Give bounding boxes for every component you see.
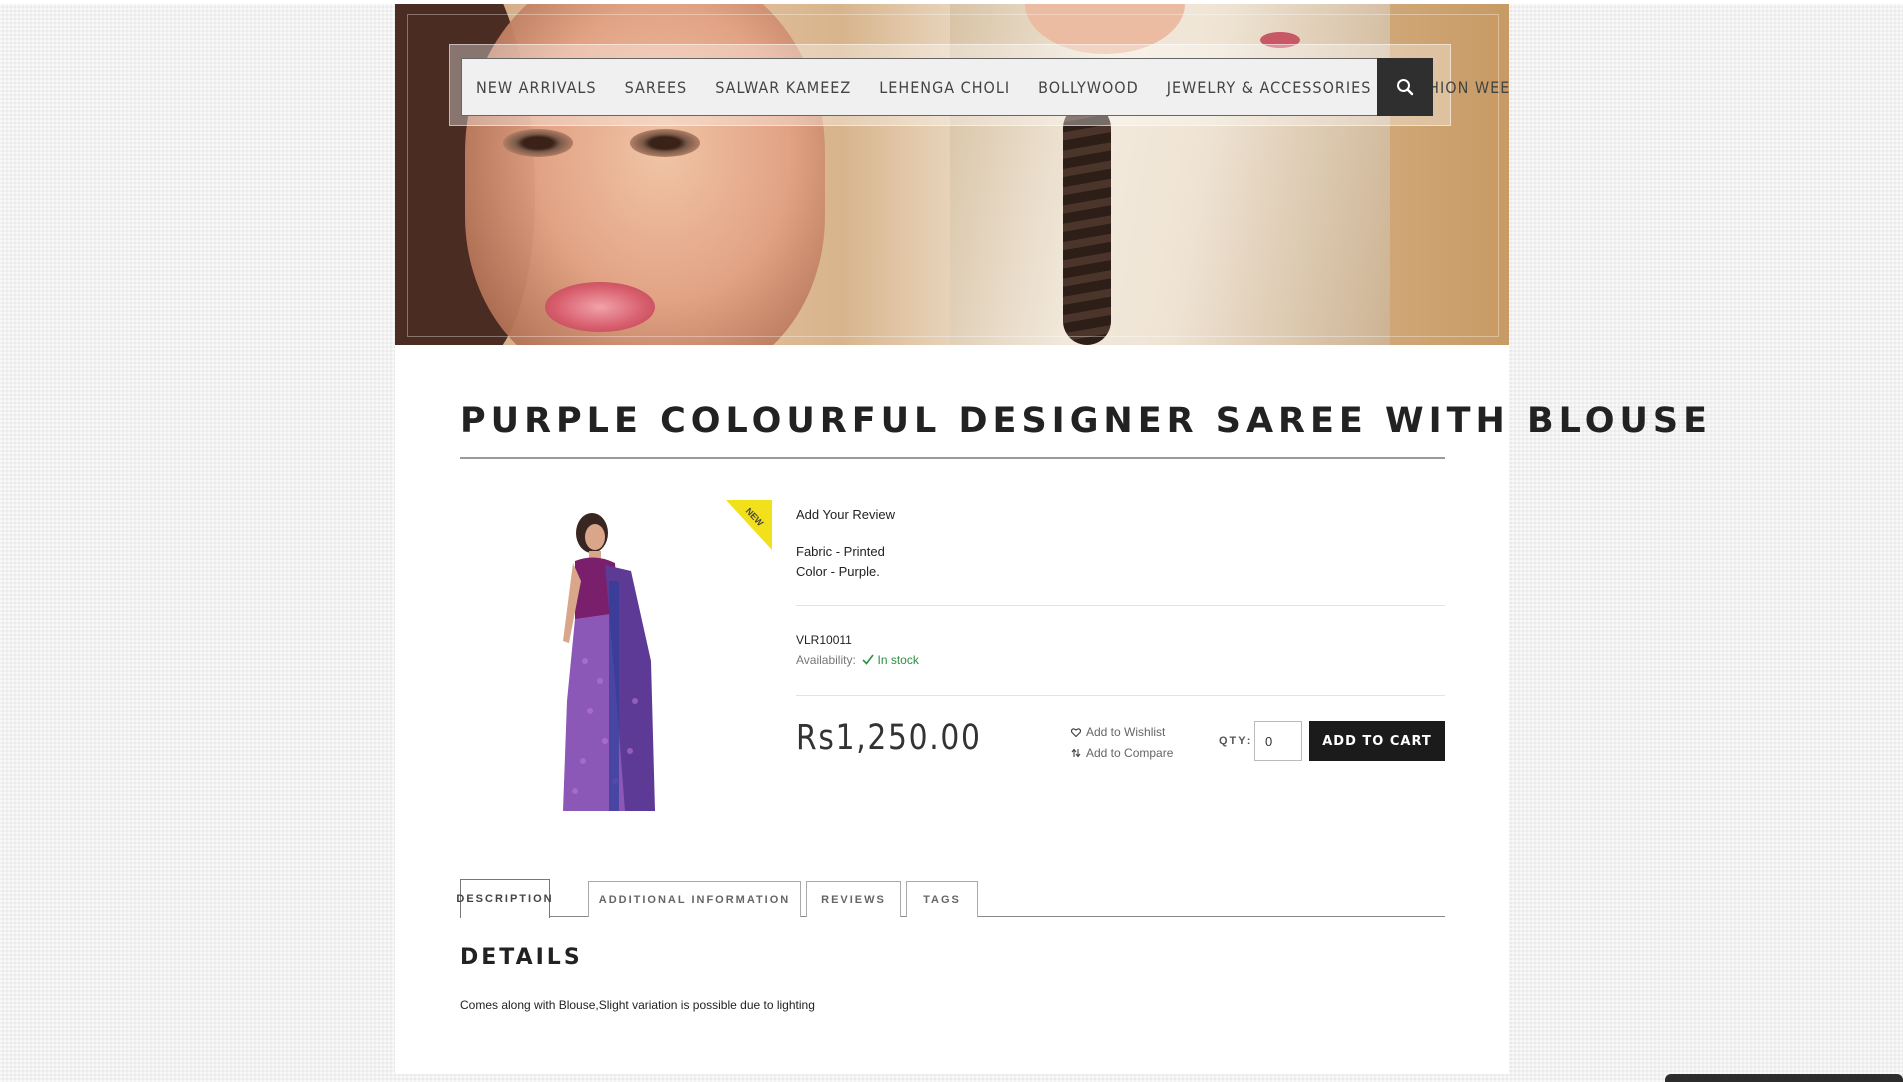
nav-lehenga-choli[interactable]: LEHENGA CHOLI [865,78,1024,97]
nav-salwar-kameez[interactable]: SALWAR KAMEEZ [701,78,865,97]
title-divider [460,457,1445,459]
product-price: Rs1,250.00 [796,718,982,758]
qty-label: QTY: [1219,735,1253,747]
compare-label: Add to Compare [1086,746,1174,760]
add-to-wishlist-link[interactable]: Add to Wishlist [1071,725,1165,739]
nav-sarees[interactable]: SAREES [611,78,702,97]
product-image[interactable] [505,501,705,819]
page-container: NEW ARRIVALS SAREES SALWAR KAMEEZ LEHENG… [395,4,1713,1074]
details-text: Comes along with Blouse,Slight variation… [460,998,815,1012]
add-review-link[interactable]: Add Your Review [796,507,895,522]
main-nav: NEW ARRIVALS SAREES SALWAR KAMEEZ LEHENG… [461,58,1509,116]
availability-label: Availability: [796,653,856,667]
search-icon [1397,79,1414,96]
tab-additional-information[interactable]: ADDITIONAL INFORMATION [588,881,801,917]
tab-description[interactable]: DESCRIPTION [456,879,552,918]
search-button[interactable] [1377,58,1433,116]
stock-status: In stock [877,653,919,667]
tab-tags[interactable]: TAGS [906,881,978,917]
color-line: Color - Purple. [796,564,880,579]
info-divider-2 [796,695,1445,696]
fabric-line: Fabric - Printed [796,544,885,559]
compare-arrows-icon [1071,748,1081,758]
page-title: PURPLE COLOURFUL DESIGNER SAREE WITH BLO… [460,401,1713,441]
nav-new-arrivals[interactable]: NEW ARRIVALS [462,78,611,97]
hero-banner: NEW ARRIVALS SAREES SALWAR KAMEEZ LEHENG… [395,4,1509,345]
heart-icon [1071,727,1081,737]
info-divider-1 [796,605,1445,606]
qty-input[interactable] [1254,721,1302,761]
new-badge: NEW [726,500,772,550]
details-heading: DETAILS [460,945,583,970]
chat-widget-tab[interactable] [1665,1074,1903,1082]
wishlist-label: Add to Wishlist [1086,725,1166,739]
check-icon [862,654,874,665]
add-to-cart-button[interactable]: ADD TO CART [1309,721,1445,761]
tab-reviews[interactable]: REVIEWS [806,881,901,917]
nav-bollywood[interactable]: BOLLYWOOD [1024,78,1153,97]
product-sku: VLR10011 [796,633,852,647]
availability: Availability: In stock [796,653,919,667]
add-to-compare-link[interactable]: Add to Compare [1071,746,1173,760]
nav-jewelry-accessories[interactable]: JEWELRY & ACCESSORIES [1153,78,1386,97]
